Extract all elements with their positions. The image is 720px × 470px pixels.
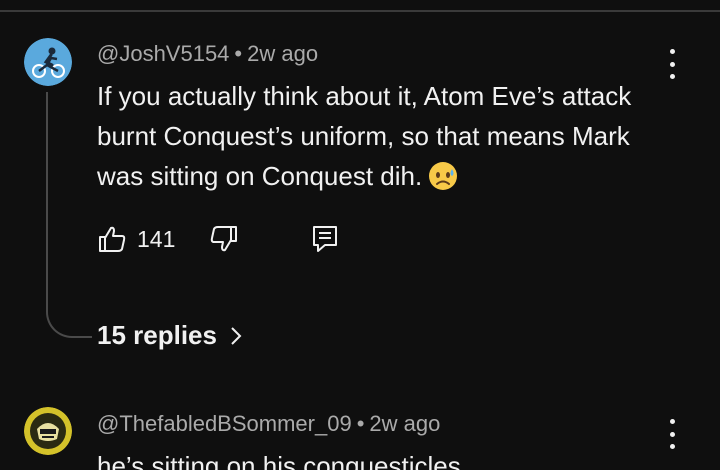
comment-meta: @JoshV5154 • 2w ago <box>97 41 318 67</box>
author-name[interactable]: @ThefabledBSommer_09 <box>97 411 352 436</box>
helmet-avatar-icon <box>24 407 72 455</box>
more-options-button[interactable] <box>664 419 680 449</box>
reply-thread-line <box>46 92 92 338</box>
dislike-button[interactable] <box>209 224 239 259</box>
avatar[interactable] <box>24 407 72 455</box>
avatar[interactable] <box>24 38 72 86</box>
comment-reply-icon <box>313 226 337 252</box>
comment-time: 2w ago <box>247 41 319 66</box>
comment-time: 2w ago <box>369 411 441 436</box>
comment-body: If you actually think about it, Atom Eve… <box>97 81 632 191</box>
replies-count-label: 15 replies <box>97 320 217 350</box>
author-name[interactable]: @JoshV5154 <box>97 41 229 66</box>
meta-separator: • <box>234 41 243 66</box>
chevron-right-icon <box>231 326 242 345</box>
vertical-dots-icon <box>669 49 675 54</box>
comment-body: he’s sitting on his conquesticles <box>97 451 461 470</box>
vertical-dots-icon <box>669 419 675 424</box>
reply-button[interactable] <box>311 224 339 259</box>
like-count: 141 <box>137 225 176 252</box>
comment-text: If you actually think about it, Atom Eve… <box>97 76 677 202</box>
meta-separator: • <box>356 411 365 436</box>
like-button[interactable]: 141 <box>97 224 175 254</box>
view-replies-link[interactable]: 15 replies <box>97 320 243 351</box>
more-options-button[interactable] <box>664 49 680 79</box>
bmx-rider-avatar-icon <box>24 38 72 86</box>
thumbs-down-icon <box>210 226 237 252</box>
thumbs-up-icon <box>99 226 126 252</box>
comment-meta: @ThefabledBSommer_09 • 2w ago <box>97 411 440 437</box>
top-divider <box>0 10 720 12</box>
sad-face-emoji-icon <box>428 161 458 202</box>
